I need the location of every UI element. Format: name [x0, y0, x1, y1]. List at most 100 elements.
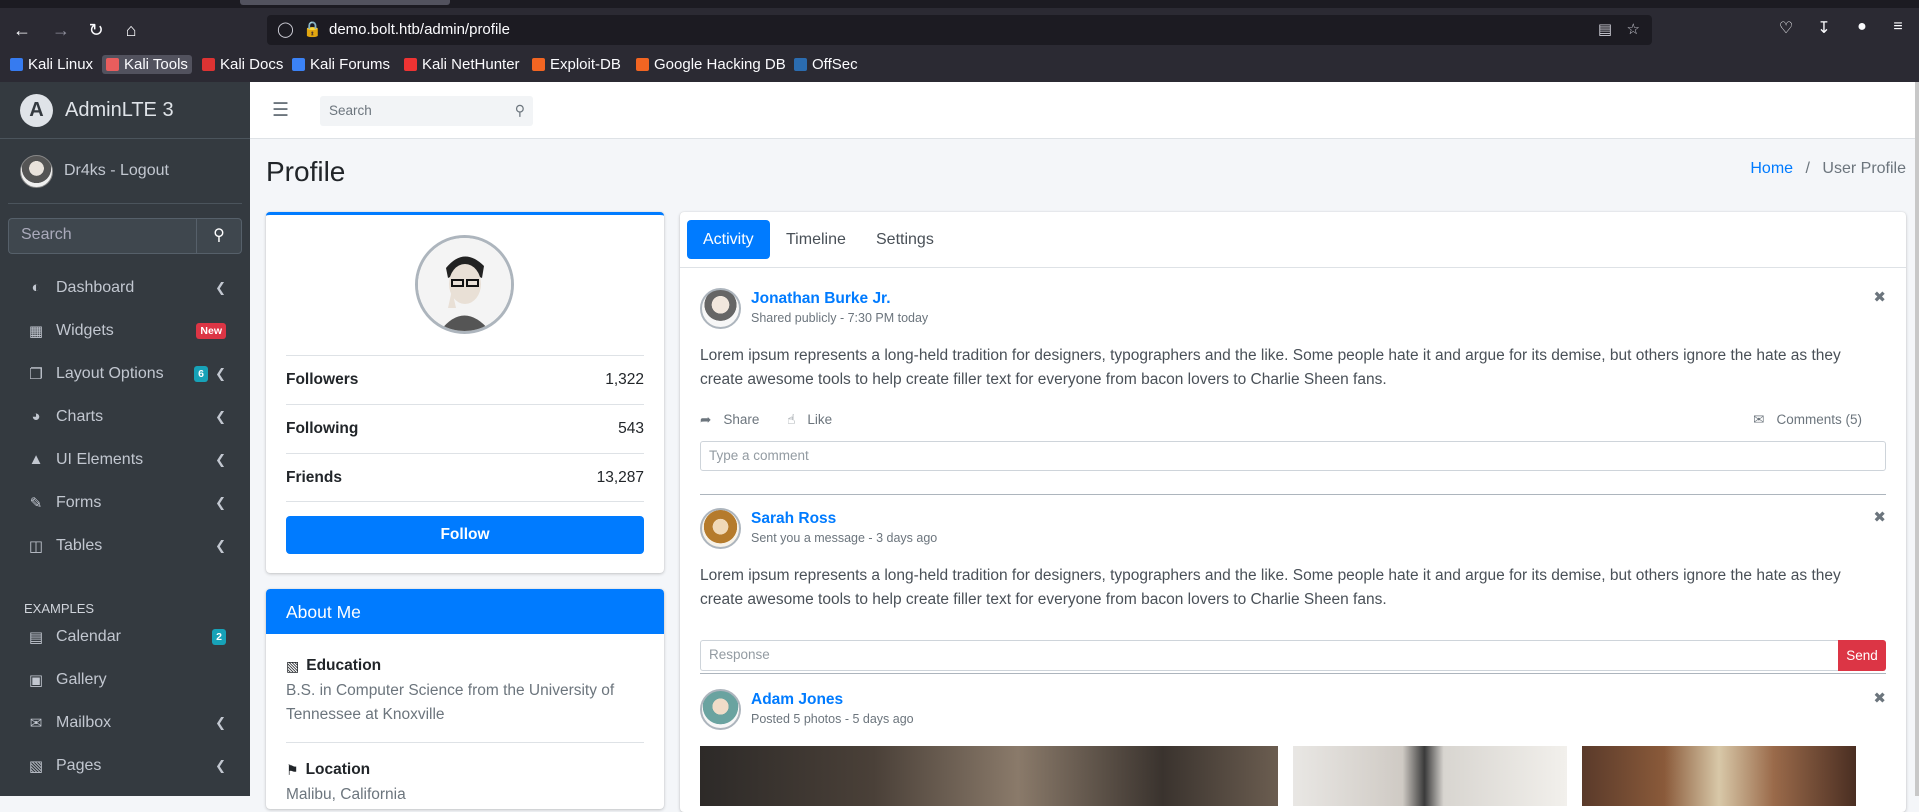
sidebar-item-ui-elements[interactable]: ▲ UI Elements ❮ [0, 438, 250, 481]
avatar [20, 154, 53, 188]
post-photo[interactable] [1293, 746, 1567, 806]
breadcrumb: Home / User Profile [1750, 160, 1906, 178]
calendar-icon: ▤ [28, 628, 44, 646]
pie-chart-icon: ◕ [31, 408, 41, 425]
sidebar-search: Search ⚲ [8, 218, 242, 254]
user-logout-link[interactable]: Dr4ks - Logout [64, 162, 169, 180]
stat-label: Following [286, 420, 359, 437]
brand-link[interactable]: A AdminLTE 3 [0, 82, 250, 139]
like-link[interactable]: ☝ Like [787, 412, 844, 428]
shield-icon[interactable]: ◯ [277, 20, 294, 38]
sidebar-search-input[interactable]: Search [8, 218, 196, 254]
activity-card: Activity Timeline Settings Jonathan Burk… [680, 212, 1906, 812]
post-username[interactable]: Adam Jones [751, 691, 843, 709]
bookmark-exploit-db[interactable]: Exploit-DB [532, 56, 621, 73]
post-description: Posted 5 photos - 5 days ago [751, 712, 914, 726]
follow-button[interactable]: Follow [286, 516, 644, 554]
bookmark-label: Kali Forums [310, 56, 391, 73]
content-header: Profile Home / User Profile [266, 154, 1906, 194]
bookmarks-bar: Kali Linux Kali Tools Kali Docs Kali For… [0, 52, 1919, 78]
bookmark-google-hacking-db[interactable]: Google Hacking DB [636, 56, 786, 73]
navbar-search-input[interactable]: Search [329, 103, 372, 118]
tab-timeline[interactable]: Timeline [770, 220, 862, 259]
tab-activity[interactable]: Activity [687, 220, 770, 259]
page-scrollbar[interactable] [1915, 82, 1919, 796]
sidebar-item-dashboard[interactable]: ◐ Dashboard ❮ [0, 266, 250, 309]
sidebar-item-calendar[interactable]: ▤ Calendar 2 [0, 615, 250, 658]
education-text: B.S. in Computer Science from the Univer… [286, 682, 615, 723]
avatar [700, 288, 741, 329]
chevron-left-icon: ❮ [215, 494, 226, 510]
sidebar-item-tables[interactable]: ◫ Tables ❮ [0, 524, 250, 567]
sidebar-item-mailbox[interactable]: ✉ Mailbox ❮ [0, 701, 250, 744]
navbar-search[interactable]: Search ⚲ [320, 96, 533, 126]
url-bar[interactable]: ◯ 🔒 demo.bolt.htb/admin/profile ▤ ☆ [267, 15, 1652, 45]
tree-icon: ▲ [28, 451, 44, 468]
about-card: About Me ▧ Education B.S. in Computer Sci… [266, 589, 664, 809]
sidebar-item-pages[interactable]: ▧ Pages ❮ [0, 744, 250, 787]
share-link[interactable]: ➦ Share [700, 412, 771, 428]
pocket-icon[interactable]: ♡ [1774, 18, 1798, 38]
send-button[interactable]: Send [1838, 640, 1886, 671]
post-username[interactable]: Sarah Ross [751, 510, 836, 528]
sidebar-item-forms[interactable]: ✎ Forms ❮ [0, 481, 250, 524]
sidebar-item-layout-options[interactable]: ❐ Layout Options 6 ❮ [0, 352, 250, 395]
stat-value: 1,322 [605, 371, 644, 388]
bookmark-favicon [636, 58, 649, 71]
post-photo[interactable] [700, 746, 1278, 806]
hamburger-icon[interactable]: ☰ [272, 99, 289, 122]
bookmark-offsec[interactable]: OffSec [794, 56, 858, 73]
bookmark-kali-tools[interactable]: Kali Tools [102, 55, 192, 74]
breadcrumb-home[interactable]: Home [1750, 160, 1793, 177]
divider [286, 742, 644, 743]
post-divider [700, 494, 1886, 495]
comments-link[interactable]: ✉ Comments (5) [1753, 412, 1874, 428]
bookmark-label: Exploit-DB [550, 56, 621, 73]
lock-icon[interactable]: 🔒 [303, 20, 322, 38]
tab-settings[interactable]: Settings [860, 220, 950, 259]
bookmark-label: Kali NetHunter [422, 56, 520, 73]
location-text: Malibu, California [286, 786, 406, 803]
stat-value: 543 [618, 420, 644, 437]
search-icon[interactable]: ⚲ [515, 102, 525, 119]
about-title: About Me [266, 589, 664, 634]
bookmark-kali-nethunter[interactable]: Kali NetHunter [404, 56, 520, 73]
envelope-icon: ✉ [29, 714, 43, 732]
sidebar-search-button[interactable]: ⚲ [196, 218, 242, 254]
home-icon[interactable]: ⌂ [119, 18, 143, 42]
user-panel[interactable]: Dr4ks - Logout [8, 139, 242, 204]
close-icon[interactable]: ✖ [1873, 689, 1886, 707]
bookmark-kali-linux[interactable]: Kali Linux [10, 56, 93, 73]
url-text[interactable]: demo.bolt.htb/admin/profile [329, 21, 510, 38]
comment-input[interactable]: Type a comment [700, 441, 1886, 471]
reload-icon[interactable]: ↻ [84, 18, 108, 42]
bookmark-kali-docs[interactable]: Kali Docs [202, 56, 283, 73]
profile-card: Followers 1,322 Following 543 Friends 13,28… [266, 212, 664, 573]
post-description: Shared publicly - 7:30 PM today [751, 311, 929, 325]
bookmark-star-icon[interactable]: ☆ [1627, 20, 1640, 38]
close-icon[interactable]: ✖ [1873, 508, 1886, 526]
menu-icon[interactable]: ≡ [1886, 18, 1910, 36]
post-username[interactable]: Jonathan Burke Jr. [751, 290, 891, 308]
post-photo[interactable] [1582, 746, 1856, 806]
close-icon[interactable]: ✖ [1873, 288, 1886, 306]
url-path: /admin/profile [419, 21, 510, 38]
reader-view-icon[interactable]: ▤ [1598, 20, 1612, 38]
forward-icon[interactable]: → [49, 18, 73, 42]
response-input[interactable]: Response [700, 640, 1838, 671]
chevron-left-icon: ❮ [215, 714, 226, 730]
extension-icon[interactable]: ● [1850, 18, 1874, 36]
back-icon[interactable]: ← [10, 18, 34, 42]
chevron-left-icon: ❮ [215, 279, 226, 295]
download-icon[interactable]: ↧ [1812, 18, 1836, 38]
active-tab[interactable] [240, 0, 450, 5]
sidebar-item-gallery[interactable]: ▣ Gallery [0, 658, 250, 701]
bookmark-label: Kali Linux [28, 56, 94, 73]
sidebar-item-charts[interactable]: ◕ Charts ❮ [0, 395, 250, 438]
sidebar-item-widgets[interactable]: ▦ Widgets New [0, 309, 250, 352]
post: Adam Jones Posted 5 photos - 5 days ago … [700, 689, 1886, 809]
profile-photo [418, 238, 511, 331]
bookmark-favicon [532, 58, 545, 71]
book-icon: ▧ [286, 657, 300, 674]
bookmark-kali-forums[interactable]: Kali Forums [292, 56, 390, 73]
